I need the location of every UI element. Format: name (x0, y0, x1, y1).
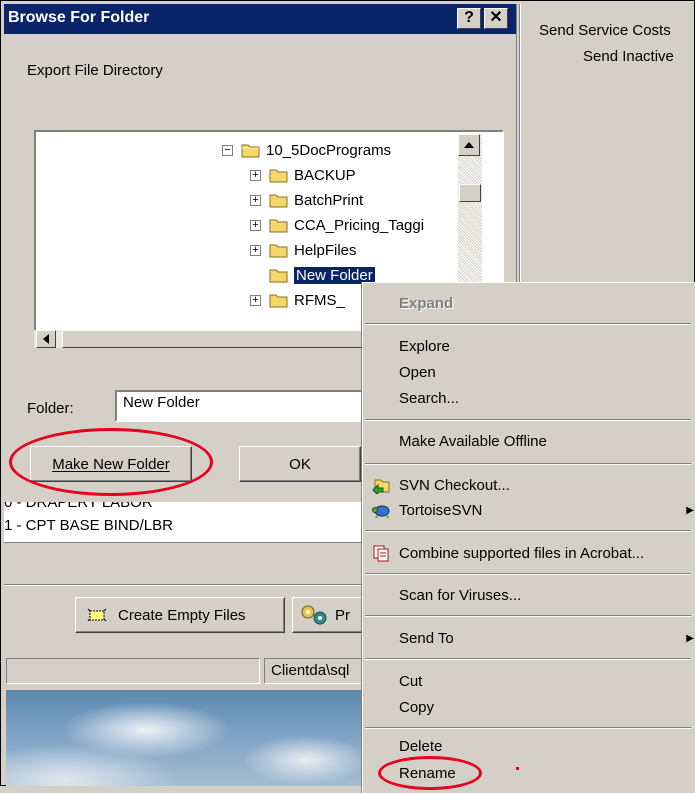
tree-item-label-selected[interactable]: New Folder (293, 265, 376, 285)
expand-icon[interactable]: + (250, 294, 261, 306)
menu-separator (365, 419, 691, 421)
menu-separator (365, 463, 691, 465)
tree-item-rfms[interactable]: + RFMS_ (250, 288, 345, 312)
menu-separator (365, 323, 691, 325)
collapse-icon[interactable]: − (222, 144, 233, 156)
tree-item-label: RFMS_ (294, 291, 345, 309)
tree-item-helpfiles[interactable]: + HelpFiles (250, 238, 357, 262)
folder-icon (269, 219, 288, 233)
create-empty-files-label: Create Empty Files (118, 606, 246, 624)
menu-item-expand[interactable]: Expand (363, 291, 695, 315)
folder-label: Folder: (27, 400, 74, 417)
menu-item-send-to[interactable]: Send To ▶ (363, 626, 695, 650)
expand-icon[interactable]: + (250, 194, 261, 206)
tree-item-backup[interactable]: + BACKUP (250, 163, 356, 187)
menu-separator (365, 615, 691, 617)
red-annotation-dot (516, 767, 519, 770)
svn-checkout-icon (372, 479, 390, 494)
folder-icon (269, 244, 288, 258)
menu-separator (365, 658, 691, 660)
list-row[interactable]: 0 - DRAPERY LABOR (4, 502, 153, 511)
scroll-left-button[interactable] (36, 330, 56, 348)
menu-item-scan-viruses[interactable]: Scan for Viruses... (363, 583, 695, 607)
menu-item-make-available-offline[interactable]: Make Available Offline (363, 429, 695, 453)
scroll-up-icon (464, 142, 474, 148)
tree-item-label: BACKUP (294, 166, 356, 184)
context-menu[interactable]: Expand Explore Open Search... Make Avail… (362, 282, 695, 793)
dialog-description: Export File Directory (27, 62, 163, 79)
panel-divider-light (4, 585, 362, 586)
folder-icon (269, 169, 288, 183)
status-path: Clientda\sql (264, 658, 364, 684)
tree-item-label: HelpFiles (294, 241, 357, 259)
close-button[interactable]: ✕ (484, 8, 508, 29)
folder-icon (269, 194, 288, 208)
process-label: Pr (335, 606, 350, 624)
folder-open-icon (241, 144, 260, 158)
background-list[interactable]: 0 - DRAPERY LABOR 1 - CPT BASE BIND/LBR (4, 502, 362, 542)
tree-item-label: BatchPrint (294, 191, 364, 209)
menu-separator (365, 573, 691, 575)
empty-file-icon (87, 608, 107, 622)
status-panel-1 (6, 658, 260, 684)
folder-name-input[interactable]: New Folder (115, 390, 370, 422)
create-empty-files-button[interactable]: Create Empty Files (75, 597, 285, 633)
scroll-up-button[interactable] (458, 134, 480, 156)
tree-item-batchprint[interactable]: + BatchPrint (250, 188, 363, 212)
menu-item-search[interactable]: Search... (363, 386, 695, 410)
acrobat-combine-icon (373, 545, 389, 562)
send-service-costs-label[interactable]: Send Service Costs (539, 22, 671, 39)
tree-item-label: CCA_Pricing_Taggi (294, 216, 425, 234)
dialog-title: Browse For Folder (8, 9, 150, 26)
menu-separator (365, 530, 691, 532)
process-button[interactable]: Pr (292, 597, 364, 633)
tree-item-label: 10_5DocPrograms (266, 141, 392, 159)
menu-item-tortoisesvn[interactable]: TortoiseSVN ▶ (363, 498, 695, 522)
tree-item-10-5docprograms[interactable]: − 10_5DocPrograms (222, 138, 391, 162)
menu-item-cut[interactable]: Cut (363, 669, 695, 693)
scroll-thumb[interactable] (459, 184, 481, 202)
scroll-left-icon (43, 334, 49, 344)
list-row[interactable]: 1 - CPT BASE BIND/LBR (4, 517, 173, 534)
send-inactive-label[interactable]: Send Inactive (583, 48, 674, 65)
background-sky-image (6, 690, 368, 786)
expand-icon[interactable]: + (250, 244, 261, 256)
red-annotation-oval (9, 428, 213, 496)
menu-item-copy[interactable]: Copy (363, 695, 695, 719)
folder-icon (269, 294, 288, 308)
menu-item-combine-acrobat[interactable]: Combine supported files in Acrobat... (363, 541, 695, 565)
ok-button[interactable]: OK (239, 446, 361, 482)
menu-separator (365, 727, 691, 729)
expand-icon[interactable]: + (250, 219, 261, 231)
list-border (4, 542, 362, 543)
submenu-arrow-icon: ▶ (686, 632, 694, 644)
red-annotation-oval-rename (378, 756, 482, 790)
horizontal-scroll-thumb[interactable] (62, 330, 362, 348)
folder-icon (269, 269, 288, 283)
tree-item-cca-pricing[interactable]: + CCA_Pricing_Taggi (250, 213, 424, 237)
menu-item-open[interactable]: Open (363, 360, 695, 384)
menu-item-svn-checkout[interactable]: SVN Checkout... (363, 473, 695, 497)
menu-item-explore[interactable]: Explore (363, 334, 695, 358)
expand-icon[interactable]: + (250, 169, 261, 181)
gears-icon (301, 605, 327, 625)
menu-item-delete[interactable]: Delete (363, 734, 695, 758)
tree-item-new-folder[interactable]: New Folder (250, 263, 376, 287)
submenu-arrow-icon: ▶ (686, 504, 694, 516)
help-button[interactable]: ? (457, 8, 481, 29)
tortoisesvn-icon (372, 505, 390, 519)
